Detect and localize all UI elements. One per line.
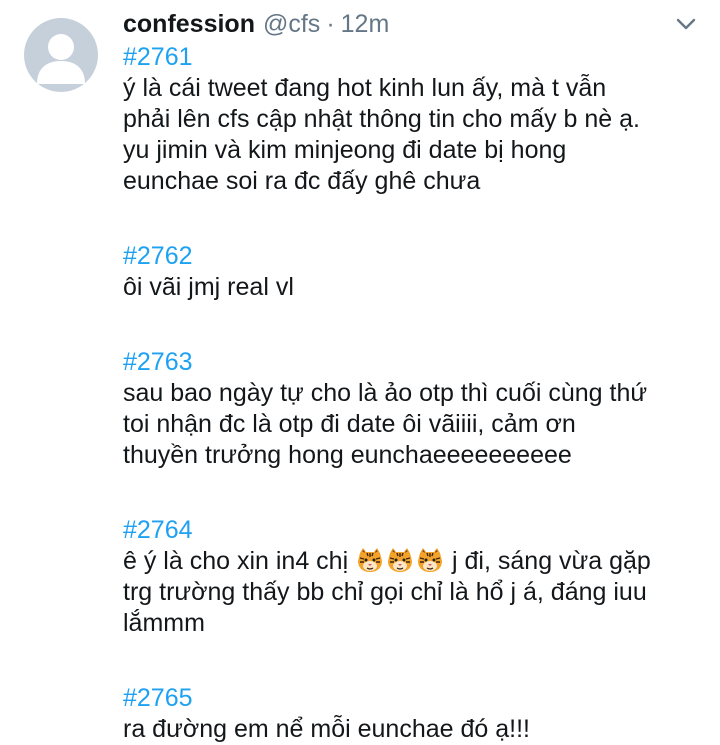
text-line: lắmmm (123, 609, 205, 637)
text-line: yu jimin và kim minjeong đi date bị hong (123, 136, 567, 164)
confession-number[interactable]: #2763 (123, 347, 713, 378)
tweet-text: #2761 ý là cái tweet đang hot kinh lun ấ… (123, 42, 713, 745)
separator-dot: · (326, 10, 335, 38)
confession-number[interactable]: #2762 (123, 241, 713, 272)
text-line: ra đường em nể mỗi eunchae đó ạ!!! (123, 715, 530, 743)
tweet-menu-button[interactable] (672, 10, 700, 38)
confession-number[interactable]: #2765 (123, 683, 713, 714)
tiger-face-icon (388, 548, 413, 572)
tiger-face-icon (418, 548, 443, 572)
text-segment: ê ý là cho xin in4 chị (123, 547, 349, 575)
text-line: sau bao ngày tự cho là ảo otp thì cuối c… (123, 379, 648, 407)
text-line: ý là cái tweet đang hot kinh lun ấy, mà … (123, 74, 607, 102)
text-line: toi nhận đc là otp đi date ôi vãiiii, cả… (123, 410, 576, 438)
confession-entry: #2765 ra đường em nể mỗi eunchae đó ạ!!! (123, 683, 713, 745)
confession-entry: #2761 ý là cái tweet đang hot kinh lun ấ… (123, 42, 713, 197)
text-line: thuyền trưởng hong eunchaeeeeeeeeee (123, 441, 572, 469)
tiger-face-icon (358, 548, 383, 572)
tweet-header: confession @cfs · 12m (123, 10, 389, 42)
text-line: eunchae soi ra đc đấy ghê chưa (123, 167, 481, 195)
confession-number[interactable]: #2761 (123, 42, 713, 73)
text-line: phải lên cfs cập nhật thông tin cho mấy … (123, 105, 641, 133)
text-line-with-emoji: ê ý là cho xin in4 chị j đi, sáng vừa gặ… (123, 546, 713, 577)
text-line: ôi vãi jmj real vl (123, 273, 294, 301)
default-profile-icon (37, 34, 85, 84)
timestamp[interactable]: 12m (341, 10, 390, 39)
avatar[interactable] (24, 18, 98, 92)
confession-entry: #2763 sau bao ngày tự cho là ảo otp thì … (123, 347, 713, 471)
tweet[interactable]: confession @cfs · 12m #2761 ý là cái twe… (0, 0, 720, 743)
confession-entry: #2764 ê ý là cho xin in4 chị j đi, sáng … (123, 515, 713, 639)
text-line: trg trường thấy bb chỉ gọi chỉ là hổ j á… (123, 578, 647, 606)
confession-number[interactable]: #2764 (123, 515, 713, 546)
author-handle[interactable]: @cfs (263, 10, 320, 39)
chevron-down-icon (676, 18, 696, 30)
confession-entry: #2762 ôi vãi jmj real vl (123, 241, 713, 303)
author-display-name[interactable]: confession (123, 10, 255, 39)
text-segment: j đi, sáng vừa gặp (452, 547, 651, 575)
